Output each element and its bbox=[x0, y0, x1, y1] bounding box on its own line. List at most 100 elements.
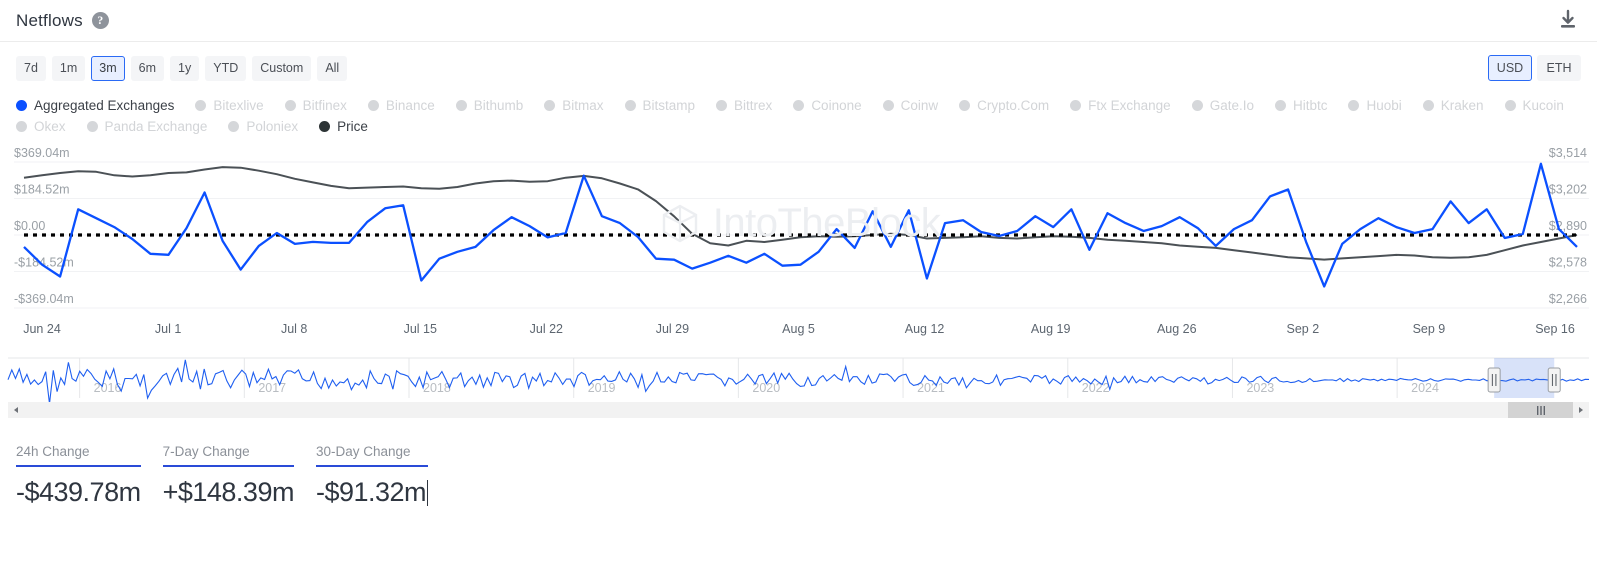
chart-plot-area[interactable]: IntoTheBlock $369.04m $3,514 $184.52m $3,20… bbox=[0, 148, 1597, 348]
legend-dot-icon bbox=[1191, 100, 1203, 111]
legend-dot-icon bbox=[16, 100, 27, 111]
chart-toolbar: 7d 1m 3m 6m 1y YTD Custom All USD ETH bbox=[0, 42, 1597, 94]
scrollbar-track[interactable] bbox=[24, 402, 1573, 418]
navigator-scrollbar[interactable] bbox=[8, 402, 1589, 418]
range-button-1y[interactable]: 1y bbox=[170, 55, 200, 81]
netflows-line bbox=[23, 162, 1578, 288]
legend-label: Bitexlive bbox=[213, 98, 264, 113]
legend-label: Panda Exchange bbox=[104, 119, 208, 134]
legend-item-crypto-com[interactable]: Crypto.Com bbox=[959, 98, 1049, 113]
y-axis-right-tick: $2,266 bbox=[1549, 292, 1587, 306]
stat-underline bbox=[162, 465, 294, 467]
legend-item-poloniex[interactable]: Poloniex bbox=[228, 119, 298, 134]
legend-dot-icon bbox=[882, 100, 894, 111]
stat-card: 7-Day Change +$148.39m bbox=[162, 444, 316, 508]
navigator-year-label: 2021 bbox=[917, 381, 945, 395]
range-button-1m[interactable]: 1m bbox=[51, 55, 86, 81]
page-title: Netflows bbox=[16, 10, 83, 30]
legend-label: Ftx Exchange bbox=[1088, 98, 1171, 113]
range-button-custom[interactable]: Custom bbox=[252, 55, 312, 81]
x-axis-tick: Sep 9 bbox=[1413, 322, 1446, 336]
legend-label: Kraken bbox=[1440, 98, 1484, 113]
netflows-chart[interactable]: $369.04m $3,514 $184.52m $3,202 $0.00 $2,890 -… bbox=[0, 148, 1597, 348]
legend-dot-icon bbox=[367, 100, 379, 111]
legend-item-bitmax[interactable]: Bitmax bbox=[544, 98, 604, 113]
legend-dot-icon bbox=[1274, 100, 1286, 111]
legend-item-price[interactable]: Price bbox=[319, 119, 368, 134]
y-axis-left-tick: $0.00 bbox=[14, 219, 45, 233]
legend-label: Bitmax bbox=[562, 98, 604, 113]
x-axis-tick: Sep 16 bbox=[1535, 322, 1575, 336]
stat-value: -$439.78m bbox=[16, 477, 141, 507]
legend-dot-icon bbox=[544, 100, 556, 111]
navigator-handle-right[interactable] bbox=[1547, 367, 1561, 393]
legend-label: Price bbox=[337, 119, 368, 134]
navigator-handle-left[interactable] bbox=[1487, 367, 1501, 393]
legend-label: Gate.Io bbox=[1209, 98, 1254, 113]
scrollbar-thumb[interactable] bbox=[1508, 402, 1573, 418]
legend-item-panda-exchange[interactable]: Panda Exchange bbox=[86, 119, 208, 134]
stat-label: 30-Day Change bbox=[315, 444, 411, 459]
legend-dot-icon bbox=[793, 100, 805, 111]
navigator-year-label: 2023 bbox=[1246, 381, 1274, 395]
legend-item-coinw[interactable]: Coinw bbox=[882, 98, 938, 113]
legend-dot-icon bbox=[86, 121, 98, 132]
navigator-year-label: 2022 bbox=[1082, 381, 1110, 395]
legend-item-bitstamp[interactable]: Bitstamp bbox=[624, 98, 695, 113]
legend-item-bittrex[interactable]: Bittrex bbox=[716, 98, 772, 113]
navigator-selection-mask[interactable] bbox=[1494, 358, 1555, 398]
widget-header: Netflows ? bbox=[0, 0, 1597, 42]
chart-navigator[interactable]: 2016 2017 2018 2019 2020 2021 2022 2023 2024 bbox=[0, 354, 1597, 404]
x-axis-tick: Jul 22 bbox=[530, 322, 563, 336]
navigator-series-line bbox=[7, 359, 1590, 404]
scroll-right-button[interactable] bbox=[1573, 402, 1589, 418]
stat-value: +$148.39m bbox=[162, 477, 295, 507]
legend-item-huobi[interactable]: Huobi bbox=[1348, 98, 1402, 113]
legend-item-coinone[interactable]: Coinone bbox=[793, 98, 862, 113]
legend-item-okex[interactable]: Okex bbox=[16, 119, 66, 134]
x-axis-tick: Aug 19 bbox=[1031, 322, 1071, 336]
stats-row: 24h Change -$439.78m 7-Day Change +$148.39m… bbox=[0, 418, 1597, 508]
currency-button-usd[interactable]: USD bbox=[1488, 55, 1532, 81]
stat-value: -$91.32m bbox=[315, 477, 429, 507]
legend-item-gate-io[interactable]: Gate.Io bbox=[1191, 98, 1254, 113]
legend-dot-icon bbox=[1422, 100, 1434, 111]
legend-dot-icon bbox=[228, 121, 240, 132]
legend-dot-icon bbox=[716, 100, 728, 111]
scroll-left-button[interactable] bbox=[8, 402, 24, 418]
legend-item-bitexlive[interactable]: Bitexlive bbox=[195, 98, 264, 113]
legend-item-kraken[interactable]: Kraken bbox=[1422, 98, 1484, 113]
time-range-group: 7d 1m 3m 6m 1y YTD Custom All bbox=[16, 55, 348, 81]
range-button-ytd[interactable]: YTD bbox=[205, 55, 247, 81]
x-axis-tick: Jun 24 bbox=[23, 322, 61, 336]
grip-icon bbox=[1536, 405, 1545, 415]
stat-label: 24h Change bbox=[16, 444, 90, 459]
range-button-6m[interactable]: 6m bbox=[130, 55, 165, 81]
legend-label: Bithumb bbox=[473, 98, 524, 113]
currency-button-eth[interactable]: ETH bbox=[1537, 55, 1581, 81]
legend-item-aggregated-exchanges[interactable]: Aggregated Exchanges bbox=[16, 98, 174, 113]
download-icon[interactable] bbox=[1555, 7, 1581, 38]
legend-dot-icon bbox=[1504, 100, 1516, 111]
legend-item-ftx-exchange[interactable]: Ftx Exchange bbox=[1070, 98, 1171, 113]
question-circle-icon[interactable]: ? bbox=[91, 12, 109, 29]
text-caret bbox=[427, 480, 429, 506]
legend-item-bitfinex[interactable]: Bitfinex bbox=[284, 98, 347, 113]
x-axis-tick: Aug 26 bbox=[1157, 322, 1197, 336]
x-axis-tick: Aug 12 bbox=[905, 322, 945, 336]
range-button-3m[interactable]: 3m bbox=[91, 55, 125, 81]
x-axis-tick: Aug 5 bbox=[782, 322, 815, 336]
legend-dot-icon bbox=[195, 100, 207, 111]
navigator-sparkline[interactable]: 2016 2017 2018 2019 2020 2021 2022 2023 2024 bbox=[0, 354, 1597, 404]
legend-dot-icon bbox=[455, 100, 467, 111]
currency-toggle-group: USD ETH bbox=[1488, 55, 1581, 81]
range-button-all[interactable]: All bbox=[317, 55, 348, 81]
legend-item-bithumb[interactable]: Bithumb bbox=[455, 98, 524, 113]
navigator-year-label: 2017 bbox=[258, 381, 286, 395]
stat-card: 24h Change -$439.78m bbox=[16, 444, 163, 508]
range-button-7d[interactable]: 7d bbox=[16, 55, 46, 81]
legend-label: Kucoin bbox=[1522, 98, 1564, 113]
legend-item-binance[interactable]: Binance bbox=[367, 98, 435, 113]
legend-item-kucoin[interactable]: Kucoin bbox=[1504, 98, 1564, 113]
legend-item-hitbtc[interactable]: Hitbtc bbox=[1274, 98, 1327, 113]
